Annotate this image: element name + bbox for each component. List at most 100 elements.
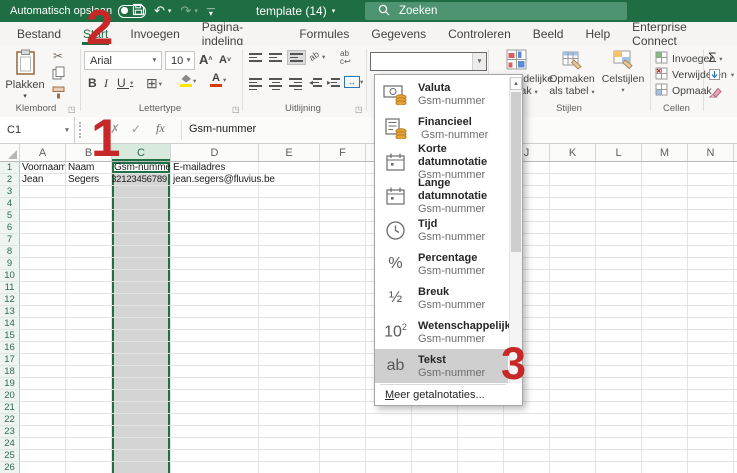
cell-l12[interactable] — [596, 294, 642, 306]
cell-b4[interactable] — [66, 198, 112, 210]
row-header-3[interactable]: 3 — [0, 186, 20, 198]
tab-controleren[interactable]: Controleren — [437, 22, 522, 45]
cell-l4[interactable] — [596, 198, 642, 210]
cell-b24[interactable] — [66, 438, 112, 450]
cell-l19[interactable] — [596, 378, 642, 390]
cell-j23[interactable] — [504, 426, 550, 438]
row-header-16[interactable]: 16 — [0, 342, 20, 354]
cell-b25[interactable] — [66, 450, 112, 462]
row-header-20[interactable]: 20 — [0, 390, 20, 402]
cell-a18[interactable] — [20, 366, 66, 378]
cell-k4[interactable] — [550, 198, 596, 210]
cell-e1[interactable] — [259, 162, 320, 174]
cell-c16[interactable] — [112, 342, 171, 354]
font-color-icon[interactable]: A ▾ — [210, 73, 226, 87]
cell-d7[interactable] — [171, 234, 259, 246]
cell-a24[interactable] — [20, 438, 66, 450]
save-icon[interactable] — [132, 3, 145, 19]
cell-k11[interactable] — [550, 282, 596, 294]
cell-n24[interactable] — [688, 438, 734, 450]
cell-b22[interactable] — [66, 414, 112, 426]
cell-a12[interactable] — [20, 294, 66, 306]
decrease-indent-icon[interactable]: ◂ — [309, 78, 323, 87]
cell-a23[interactable] — [20, 426, 66, 438]
cell-e9[interactable] — [259, 258, 320, 270]
column-header-d[interactable]: D — [171, 144, 259, 162]
cell-c7[interactable] — [112, 234, 171, 246]
cell-m1[interactable] — [642, 162, 688, 174]
cell-n21[interactable] — [688, 402, 734, 414]
cell-c15[interactable] — [112, 330, 171, 342]
cell-e16[interactable] — [259, 342, 320, 354]
cell-m18[interactable] — [642, 366, 688, 378]
cell-m12[interactable] — [642, 294, 688, 306]
cell-f15[interactable] — [320, 330, 366, 342]
cell-d12[interactable] — [171, 294, 259, 306]
cell-f22[interactable] — [320, 414, 366, 426]
cell-e11[interactable] — [259, 282, 320, 294]
format-option-percentage[interactable]: % Percentage Gsm-nummer — [375, 247, 508, 281]
align-top-icon[interactable] — [249, 53, 262, 62]
customize-qat-icon[interactable]: — ▾ — [207, 5, 215, 18]
tab-bestand[interactable]: Bestand — [6, 22, 72, 45]
underline-button[interactable]: U ▾ — [117, 76, 133, 90]
cell-n17[interactable] — [688, 354, 734, 366]
format-option-tekst[interactable]: ab Tekst Gsm-nummer — [375, 349, 508, 383]
cell-d9[interactable] — [171, 258, 259, 270]
cell-d4[interactable] — [171, 198, 259, 210]
cell-l21[interactable] — [596, 402, 642, 414]
cell-m6[interactable] — [642, 222, 688, 234]
cell-f25[interactable] — [320, 450, 366, 462]
cell-c5[interactable] — [112, 210, 171, 222]
cell-a25[interactable] — [20, 450, 66, 462]
cell-f19[interactable] — [320, 378, 366, 390]
cell-m11[interactable] — [642, 282, 688, 294]
cell-m7[interactable] — [642, 234, 688, 246]
cell-l6[interactable] — [596, 222, 642, 234]
cell-k7[interactable] — [550, 234, 596, 246]
cell-n7[interactable] — [688, 234, 734, 246]
cell-k3[interactable] — [550, 186, 596, 198]
cell-j25[interactable] — [504, 450, 550, 462]
cell-f6[interactable] — [320, 222, 366, 234]
cell-b13[interactable] — [66, 306, 112, 318]
cell-e21[interactable] — [259, 402, 320, 414]
undo-dropdown-icon[interactable]: ▾ — [168, 7, 172, 15]
cell-c11[interactable] — [112, 282, 171, 294]
copy-icon[interactable] — [52, 66, 65, 82]
formula-bar-grip[interactable] — [79, 122, 81, 138]
cell-c9[interactable] — [112, 258, 171, 270]
tab-enterprise-connect[interactable]: Enterprise Connect — [621, 20, 737, 48]
title-dropdown-icon[interactable]: ▾ — [332, 7, 336, 15]
cell-m8[interactable] — [642, 246, 688, 258]
cell-f9[interactable] — [320, 258, 366, 270]
cell-a19[interactable] — [20, 378, 66, 390]
cell-c10[interactable] — [112, 270, 171, 282]
cell-n2[interactable] — [688, 174, 734, 186]
align-bottom-icon[interactable] — [287, 50, 306, 65]
cell-k22[interactable] — [550, 414, 596, 426]
row-header-23[interactable]: 23 — [0, 426, 20, 438]
cell-e14[interactable] — [259, 318, 320, 330]
column-header-k[interactable]: K — [550, 144, 596, 162]
cell-a15[interactable] — [20, 330, 66, 342]
column-header-l[interactable]: L — [596, 144, 642, 162]
cell-e5[interactable] — [259, 210, 320, 222]
cell-e3[interactable] — [259, 186, 320, 198]
cell-n3[interactable] — [688, 186, 734, 198]
cell-l7[interactable] — [596, 234, 642, 246]
fill-color-icon[interactable]: ▾ — [180, 74, 196, 87]
row-header-17[interactable]: 17 — [0, 354, 20, 366]
cell-b7[interactable] — [66, 234, 112, 246]
cell-h26[interactable] — [412, 462, 458, 473]
cell-n22[interactable] — [688, 414, 734, 426]
select-all-corner[interactable] — [0, 144, 20, 162]
cell-n15[interactable] — [688, 330, 734, 342]
cell-c20[interactable] — [112, 390, 171, 402]
cell-c3[interactable] — [112, 186, 171, 198]
cell-m24[interactable] — [642, 438, 688, 450]
row-header-13[interactable]: 13 — [0, 306, 20, 318]
undo-icon[interactable]: ↶ — [154, 3, 165, 19]
cell-b12[interactable] — [66, 294, 112, 306]
cell-a5[interactable] — [20, 210, 66, 222]
